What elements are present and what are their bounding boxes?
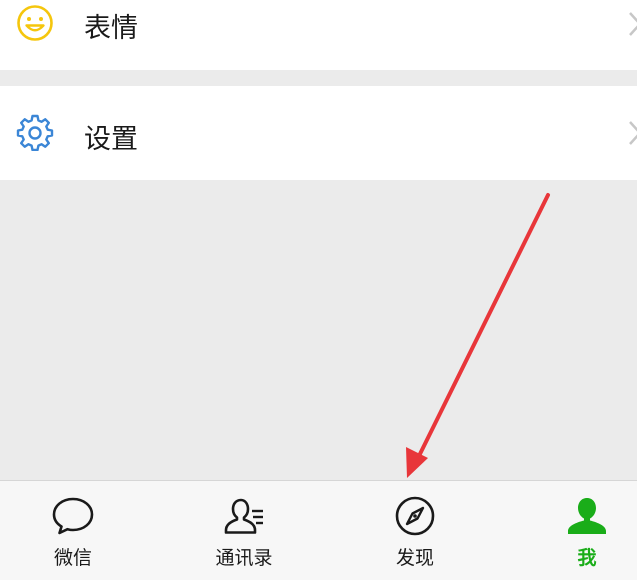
arrowhead [406,447,428,478]
person-icon [568,498,606,534]
menu-item-settings-label: 设置 [84,124,138,155]
tab-wechat-label: 微信 [53,547,92,569]
menu-item-settings[interactable]: 设置 [0,86,637,180]
chevron-right-icon [629,121,637,145]
tab-discover[interactable]: 发现 [355,481,475,580]
tab-discover-label: 发现 [395,547,434,569]
tab-wechat[interactable]: 微信 [13,481,133,580]
chat-bubble-icon [52,497,94,535]
chevron-right-icon [629,12,637,36]
tab-contacts-label: 通讯录 [215,547,273,569]
smiley-icon [17,5,53,41]
tab-me[interactable]: 我 [527,481,637,580]
contacts-icon [224,498,263,534]
bottom-tab-bar: 微信 通讯录 发现 我 [0,480,637,580]
tab-contacts[interactable]: 通讯录 [184,481,304,580]
menu-item-emoji-label: 表情 [84,13,138,44]
tab-me-label: 我 [577,547,597,569]
gear-icon [16,114,54,151]
menu-item-emoji[interactable]: 表情 [0,0,637,70]
compass-icon [395,496,435,536]
